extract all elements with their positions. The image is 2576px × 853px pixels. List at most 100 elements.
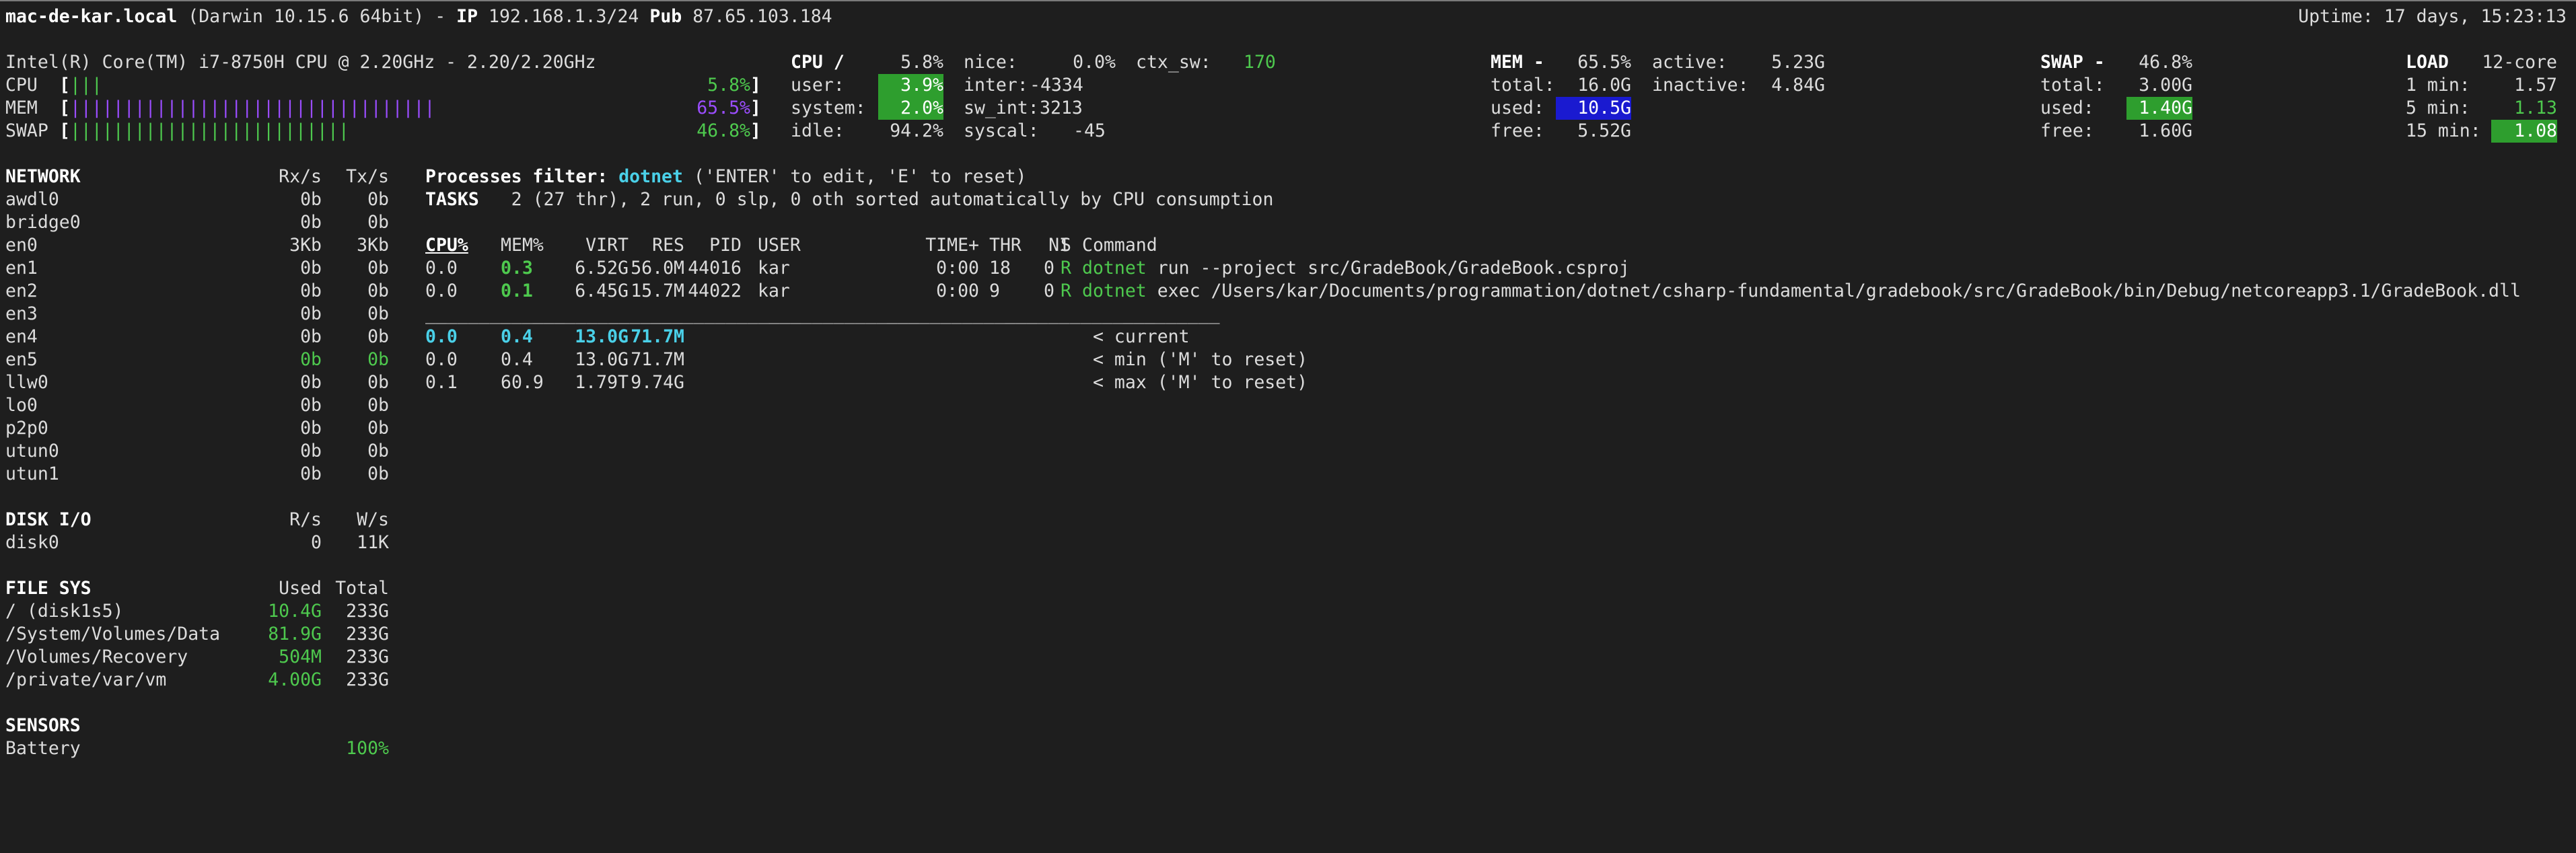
process-stat-row: 0.0 0.4 13.0G 71.7M < min ('M' to reset) xyxy=(425,348,2565,371)
swap-free-label: free: xyxy=(2040,120,2094,141)
col-user-header[interactable]: USER xyxy=(758,234,801,257)
cpu-user-value: 3.9% xyxy=(878,74,943,97)
col-thr-header[interactable]: THR xyxy=(989,234,1022,257)
cpu-title: CPU / xyxy=(791,52,845,73)
network-rx-value: 0b xyxy=(300,395,322,416)
process-panel: Processes filter: dotnet ('ENTER' to edi… xyxy=(425,165,2565,394)
quicklook-cpu-label: CPU xyxy=(5,75,38,96)
process-threads: 9 xyxy=(989,281,1000,301)
mem-inactive-label: inactive: xyxy=(1652,75,1749,96)
swap-used-label: used: xyxy=(2040,98,2094,118)
load-cores: 12-core xyxy=(2482,52,2557,73)
process-cpu: 0.0 xyxy=(425,258,458,279)
col-mem-header[interactable]: MEM% xyxy=(501,234,544,257)
disk-name: disk0 xyxy=(5,532,59,553)
swap-free-value: 1.60G xyxy=(2139,120,2192,141)
network-tx-value: 0b xyxy=(367,326,389,347)
network-interface-name: en2 xyxy=(5,281,38,301)
process-separator: ________________________________________… xyxy=(425,303,1220,324)
network-interface-name: en4 xyxy=(5,326,38,347)
cpu-total: 5.8% xyxy=(900,52,943,73)
col-pid-header[interactable]: PID xyxy=(688,234,742,257)
process-state: R xyxy=(1061,281,1071,301)
swap-usage-bar: |||||||||||||||||||||||||| xyxy=(69,120,349,141)
stat-mem: 0.4 xyxy=(501,349,533,370)
swap-total-value: 3.00G xyxy=(2139,75,2192,96)
cpu-system-label: system: xyxy=(791,98,866,118)
process-filter-hint: ('ENTER' to edit, 'E' to reset) xyxy=(693,166,1027,187)
network-tx-value: 0b xyxy=(367,395,389,416)
network-interface-name: utun0 xyxy=(5,441,59,461)
load-1min-value: 1.57 xyxy=(2514,75,2557,96)
swap-total-label: total: xyxy=(2040,75,2105,96)
process-time: 0:00 xyxy=(936,281,979,301)
stat-mem: 0.4 xyxy=(501,326,533,347)
cpu-user-label: user: xyxy=(791,75,845,96)
cpu-idle-label: idle: xyxy=(791,120,845,141)
process-user: kar xyxy=(758,281,790,301)
cpu-ctxsw-label: ctx_sw: xyxy=(1136,52,1211,73)
network-row: p2p0 0b 0b xyxy=(5,417,396,440)
quicklook-mem-bracket-close: ] xyxy=(750,98,761,118)
quicklook-mem-bracket-open: [|||||||||||||||||||||||||||||||||| xyxy=(59,98,435,118)
fs-mount: /System/Volumes/Data xyxy=(5,624,221,644)
diskio-w-header: W/s xyxy=(357,509,389,530)
col-virt-header[interactable]: VIRT xyxy=(560,234,629,257)
network-interface-name: awdl0 xyxy=(5,189,59,210)
cpu-swint-value: 3213 xyxy=(1040,98,1083,118)
uptime: Uptime: 17 days, 15:23:13 xyxy=(2298,6,2567,27)
stat-label: < max ('M' to reset) xyxy=(1093,372,1308,393)
process-filter-line[interactable]: Processes filter: dotnet ('ENTER' to edi… xyxy=(425,165,2565,188)
network-interface-name: p2p0 xyxy=(5,418,48,439)
network-row: en3 0b 0b xyxy=(5,303,396,326)
network-row: en4 0b 0b xyxy=(5,326,396,348)
col-s-header[interactable]: S xyxy=(1061,234,1071,257)
swap-used-value: 1.40G xyxy=(2126,97,2192,120)
sensor-value: 100% xyxy=(346,738,389,759)
mem-used-value: 10.5G xyxy=(1556,97,1631,120)
fs-row: /Volumes/Recovery 504M 233G xyxy=(5,646,396,669)
process-filter-value[interactable]: dotnet xyxy=(618,166,683,187)
process-virt: 6.45G xyxy=(575,281,629,301)
quicklook-cpu-pct: 5.8% xyxy=(707,75,750,96)
process-state: R xyxy=(1061,258,1071,279)
stat-virt: 1.79T xyxy=(575,372,629,393)
process-row[interactable]: 0.0 0.3 6.52G 56.0M 44016 kar 0:00 18 0 Rdotnet r… xyxy=(425,257,2565,280)
process-mem: 0.1 xyxy=(501,281,533,301)
col-res-header[interactable]: RES xyxy=(627,234,684,257)
cpu-name: Intel(R) Core(TM) i7-8750H CPU @ 2.20GHz… xyxy=(5,52,596,73)
fs-row: /System/Volumes/Data 81.9G 233G xyxy=(5,623,396,646)
cpu-swint-label: sw_int: xyxy=(964,98,1039,118)
stat-res: 9.74G xyxy=(631,372,684,393)
stat-virt: 13.0G xyxy=(575,349,629,370)
col-cmd-header[interactable]: Command xyxy=(1082,234,1157,257)
fs-total-value: 233G xyxy=(346,601,389,622)
network-row: en0 3Kb 3Kb xyxy=(5,234,396,257)
mem-active-label: active: xyxy=(1652,52,1727,73)
cpu-nice-value: 0.0% xyxy=(1073,52,1116,73)
process-row[interactable]: 0.0 0.1 6.45G 15.7M 44022 kar 0:00 9 0 Rdotnet ex… xyxy=(425,280,2565,303)
network-row: awdl0 0b 0b xyxy=(5,188,396,211)
mem-usage-bar: |||||||||||||||||||||||||||||||||| xyxy=(69,98,435,118)
network-tx-header: Tx/s xyxy=(346,166,389,187)
fs-used-value: 10.4G xyxy=(268,601,322,622)
load-title: LOAD xyxy=(2406,52,2449,73)
process-pid: 44016 xyxy=(688,258,742,279)
mem-title: MEM - xyxy=(1491,52,1544,73)
col-time-header[interactable]: TIME+ xyxy=(890,234,979,257)
diskio-row: disk0 0 11K xyxy=(5,531,396,554)
stat-label: < current xyxy=(1093,326,1190,347)
sensor-name: Battery xyxy=(5,738,81,759)
network-row: lo0 0b 0b xyxy=(5,394,396,417)
disk-read-value: 0 xyxy=(311,532,322,553)
network-tx-value: 0b xyxy=(367,281,389,301)
quicklook-swap-label: SWAP xyxy=(5,120,48,141)
mem-total-value: 16.0G xyxy=(1577,75,1631,96)
fs-used-value: 4.00G xyxy=(268,669,322,690)
network-rx-value: 0b xyxy=(300,326,322,347)
mem-total-label: total: xyxy=(1491,75,1555,96)
process-stat-row: 0.1 60.9 1.79T 9.74G < max ('M' to reset) xyxy=(425,371,2565,394)
col-cpu-header[interactable]: CPU% xyxy=(425,234,468,257)
hostname: mac-de-kar.local xyxy=(5,6,178,27)
stat-virt: 13.0G xyxy=(575,326,629,347)
